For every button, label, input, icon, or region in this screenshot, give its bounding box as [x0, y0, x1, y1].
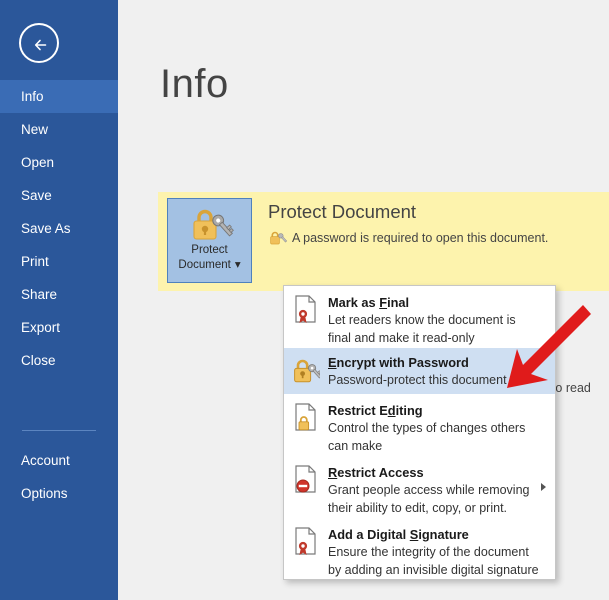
- menu-item-title: Encrypt with Password: [328, 354, 547, 371]
- protect-document-button-label: Protect Document ▾: [168, 243, 251, 273]
- menu-item-desc-line-2: final and make it read-only: [328, 330, 475, 345]
- menu-item-desc-line-1: Password-protect this document: [328, 373, 507, 387]
- sidebar-item-new[interactable]: New: [0, 113, 118, 146]
- accelerator-key: d: [387, 403, 396, 418]
- title-post: ignature: [418, 527, 469, 542]
- sidebar-divider: [22, 430, 96, 431]
- menu-item-title: Restrict Editing: [328, 402, 547, 419]
- page-title: Info: [160, 62, 229, 106]
- menu-item-title: Mark as Final: [328, 294, 547, 311]
- document-ribbon-icon: [292, 294, 320, 324]
- backstage-main-pane: Info are that it contains: uthor's name …: [118, 0, 609, 600]
- title-pre: Restrict E: [328, 403, 388, 418]
- sidebar-item-info[interactable]: Info: [0, 80, 118, 113]
- protect-button-label-line2: Document: [178, 259, 231, 271]
- sidebar-item-account[interactable]: Account: [0, 444, 118, 477]
- sidebar-nav-secondary: Account Options: [0, 444, 118, 510]
- menu-item-desc-line-1: Ensure the integrity of the document: [328, 545, 529, 559]
- sidebar-item-export[interactable]: Export: [0, 311, 118, 344]
- small-padlock-key-icon: [268, 230, 288, 251]
- menu-item-add-digital-signature[interactable]: Add a Digital Signature Ensure the integ…: [284, 518, 555, 580]
- document-deny-icon: [292, 464, 320, 494]
- menu-item-desc-line-1: Let readers know the document is: [328, 313, 516, 327]
- sidebar-nav-primary: Info New Open Save Save As Print Share E…: [0, 80, 118, 377]
- menu-item-encrypt-with-password[interactable]: Encrypt with Password Password-protect t…: [284, 348, 555, 394]
- menu-item-title: Restrict Access: [328, 464, 547, 481]
- accelerator-key: F: [379, 295, 388, 310]
- sidebar-item-open[interactable]: Open: [0, 146, 118, 179]
- document-signature-icon: [292, 526, 320, 556]
- banner-status-text: A password is required to open this docu…: [292, 231, 549, 245]
- menu-item-mark-as-final[interactable]: Mark as Final Let readers know the docum…: [284, 286, 555, 348]
- word-backstage-info-screen: Info New Open Save Save As Print Share E…: [0, 0, 609, 600]
- accelerator-key: R: [328, 465, 338, 480]
- chevron-down-icon[interactable]: ▾: [235, 258, 241, 273]
- menu-item-restrict-access[interactable]: Restrict Access Grant people access whil…: [284, 456, 555, 518]
- sidebar-item-share[interactable]: Share: [0, 278, 118, 311]
- sidebar-item-print[interactable]: Print: [0, 245, 118, 278]
- title-post: ncrypt with Password: [336, 355, 469, 370]
- sidebar-item-save[interactable]: Save: [0, 179, 118, 212]
- padlock-key-icon: [292, 356, 323, 386]
- back-button[interactable]: [19, 23, 59, 63]
- banner-title: Protect Document: [268, 201, 417, 222]
- menu-item-desc-line-2: by adding an invisible digital signature: [328, 562, 539, 577]
- title-pre: Mark as: [328, 295, 380, 310]
- menu-item-title: Add a Digital Signature: [328, 526, 547, 543]
- title-post: estrict Access: [337, 465, 424, 480]
- accelerator-key: E: [328, 355, 337, 370]
- submenu-chevron-right-icon: [541, 483, 546, 491]
- title-pre: Add a Digital: [328, 527, 410, 542]
- protect-document-button[interactable]: Protect Document ▾: [167, 198, 252, 283]
- protect-button-label-line1: Protect: [191, 244, 228, 256]
- menu-item-desc-line-1: Grant people access while removing: [328, 483, 530, 497]
- title-post: inal: [387, 295, 410, 310]
- menu-item-desc-line-2: can make: [328, 438, 383, 453]
- sidebar-item-options[interactable]: Options: [0, 477, 118, 510]
- backstage-sidebar: Info New Open Save Save As Print Share E…: [0, 0, 118, 600]
- menu-item-restrict-editing[interactable]: Restrict Editing Control the types of ch…: [284, 394, 555, 456]
- protect-document-banner: Protect Document ▾ Protect Document A pas…: [158, 192, 609, 291]
- document-lock-icon: [292, 402, 320, 432]
- menu-item-desc-line-1: Control the types of changes others: [328, 421, 526, 435]
- title-post: iting: [395, 403, 423, 418]
- protect-document-dropdown-menu: Mark as Final Let readers know the docum…: [283, 285, 556, 580]
- sidebar-item-close[interactable]: Close: [0, 344, 118, 377]
- sidebar-item-save-as[interactable]: Save As: [0, 212, 118, 245]
- menu-item-desc-line-2: their ability to edit, copy, or print.: [328, 500, 508, 515]
